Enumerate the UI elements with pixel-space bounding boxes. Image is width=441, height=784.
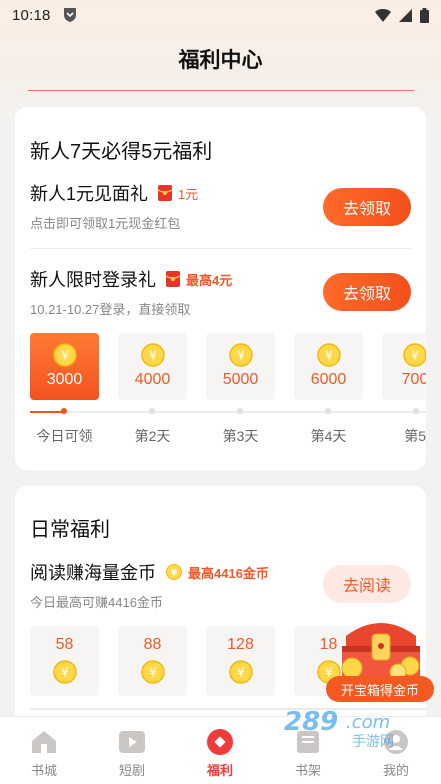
video-icon <box>119 731 145 753</box>
svg-text:.com: .com <box>346 712 390 733</box>
svg-text:手游网: 手游网 <box>352 734 394 750</box>
day-progress-track <box>30 411 426 413</box>
status-bar: 10:18 <box>0 0 441 30</box>
task-title-read: 阅读赚海量金币 ¥ 最高4416金币 <box>30 559 269 585</box>
red-packet-icon <box>166 271 180 287</box>
shield-icon <box>63 8 76 22</box>
progress-dot <box>413 408 419 414</box>
progress-dot <box>325 408 331 414</box>
page-title: 福利中心 <box>178 49 263 72</box>
tab-label: 我的 <box>382 763 409 778</box>
tab-short-drama[interactable]: 短剧 <box>88 717 176 784</box>
coin-icon: ¥ <box>52 660 77 684</box>
day-tile-3[interactable]: ¥ 5000 <box>206 333 275 400</box>
watermark-logo: 289 .com 手游网 <box>284 707 394 750</box>
day-progress-fill <box>30 411 64 413</box>
svg-text:¥: ¥ <box>237 349 245 363</box>
task-title-read-text: 阅读赚海量金币 <box>30 563 156 583</box>
read-reward-amount: 88 <box>143 636 162 653</box>
day-amount: 3000 <box>46 371 83 388</box>
newbie-card-title: 新人7天必得5元福利 <box>30 141 213 163</box>
read-badge-text: 最高4416金币 <box>188 565 269 581</box>
tab-label: 短剧 <box>118 763 145 778</box>
day-amount: 4000 <box>134 371 171 388</box>
read-reward-tile[interactable]: 88 ¥ <box>118 626 187 696</box>
coin-icon: ¥ <box>403 343 426 367</box>
claim-login-button[interactable]: 去领取 <box>323 273 411 311</box>
svg-text:¥: ¥ <box>325 349 333 363</box>
tab-bookstore[interactable]: 书城 <box>0 717 88 784</box>
treasure-chest-label[interactable]: 开宝箱得金币 <box>326 676 434 702</box>
coin-icon: ¥ <box>316 343 341 367</box>
coin-icon: ¥ <box>52 343 77 367</box>
task-title-login-text: 新人限时登录礼 <box>30 270 156 290</box>
home-icon <box>32 731 56 753</box>
day-tile-1[interactable]: ¥ 3000 <box>30 333 99 400</box>
svg-text:¥: ¥ <box>61 349 69 363</box>
coin-icon: ¥ <box>228 660 253 684</box>
task-title-login: 新人限时登录礼 最高4元 <box>30 266 232 292</box>
login-badge-text: 最高4元 <box>186 272 233 288</box>
day-label: 今日可领 <box>36 428 93 444</box>
day-amount: 6000 <box>310 371 347 388</box>
day-label: 第3天 <box>222 428 259 444</box>
red-packet-icon <box>158 185 173 201</box>
tab-label: 书架 <box>294 763 321 778</box>
task-title-welcome: 新人1元见面礼 1元 <box>30 180 198 206</box>
day-tile-2[interactable]: ¥ 4000 <box>118 333 187 400</box>
coin-icon: ¥ <box>166 564 182 580</box>
status-time: 10:18 <box>12 6 51 24</box>
svg-text:¥: ¥ <box>149 666 157 680</box>
read-reward-tile[interactable]: 128 ¥ <box>206 626 275 696</box>
day-label: 第4天 <box>310 428 347 444</box>
header-divider <box>28 90 414 91</box>
daily-card-title: 日常福利 <box>30 519 110 541</box>
day-amount: 700 <box>401 371 426 388</box>
gift-icon <box>207 729 233 755</box>
svg-text:¥: ¥ <box>149 349 157 363</box>
tab-label: 书城 <box>30 763 57 778</box>
progress-dot <box>237 408 243 414</box>
read-reward-amount: 58 <box>55 636 74 653</box>
svg-text:¥: ¥ <box>237 666 245 680</box>
svg-text:¥: ¥ <box>171 569 178 579</box>
progress-dot <box>149 408 155 414</box>
task-divider <box>30 248 411 249</box>
go-read-button[interactable]: 去阅读 <box>323 565 411 603</box>
progress-dot <box>61 408 67 414</box>
svg-text:289: 289 <box>284 707 338 737</box>
coin-icon: ¥ <box>140 343 165 367</box>
day-tile-4[interactable]: ¥ 6000 <box>294 333 363 400</box>
task-desc-read: 今日最高可赚4416金币 <box>30 595 163 610</box>
task-title-welcome-text: 新人1元见面礼 <box>30 184 149 204</box>
svg-text:¥: ¥ <box>411 349 419 363</box>
task-desc-welcome: 点击即可领取1元现金红包 <box>30 216 181 231</box>
claim-welcome-button[interactable]: 去领取 <box>323 188 411 226</box>
day-label: 第5 <box>404 428 426 444</box>
read-reward-tile[interactable]: 58 ¥ <box>30 626 99 696</box>
battery-icon <box>420 7 429 23</box>
day-label: 第2天 <box>134 428 171 444</box>
tab-welfare[interactable]: 福利 <box>176 717 264 784</box>
coin-icon: ¥ <box>140 660 165 684</box>
signal-icon <box>399 8 412 22</box>
task-desc-login: 10.21-10.27登录，直接领取 <box>30 302 191 317</box>
welcome-badge-text: 1元 <box>178 186 199 202</box>
day-tile-5[interactable]: ¥ 700 <box>382 333 426 400</box>
read-reward-amount: 128 <box>227 636 254 653</box>
tab-label: 福利 <box>206 763 233 778</box>
day-amount: 5000 <box>222 371 259 388</box>
coin-icon: ¥ <box>228 343 253 367</box>
login-badge: 最高4元 <box>166 270 232 289</box>
welcome-badge: 1元 <box>158 184 198 203</box>
svg-text:¥: ¥ <box>61 666 69 680</box>
wifi-icon <box>375 8 391 22</box>
newbie-welfare-card: 新人7天必得5元福利 新人1元见面礼 1元 点击即可领取1元现金红包 去领取 新… <box>15 107 426 470</box>
read-badge: ¥ 最高4416金币 <box>166 563 269 582</box>
